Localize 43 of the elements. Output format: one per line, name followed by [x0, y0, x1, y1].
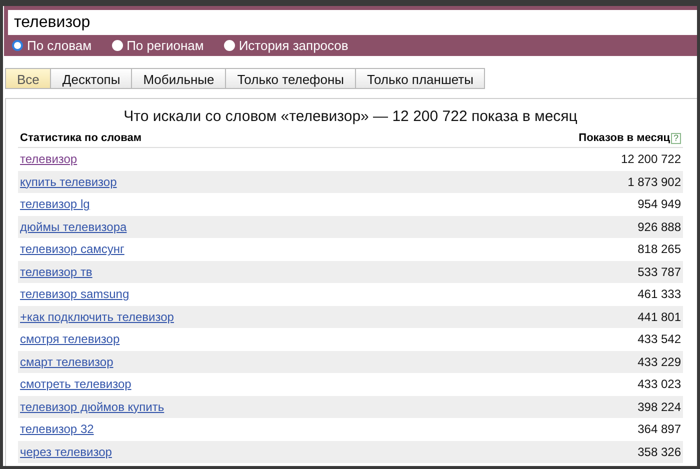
filter-tab[interactable]: Все [5, 68, 52, 89]
filter-tab[interactable]: Мобильные [132, 68, 226, 89]
filter-tab[interactable]: Только планшеты [356, 68, 486, 89]
radio-label[interactable]: По регионам [126, 38, 204, 53]
phrase-link[interactable]: купить телевизор [20, 174, 117, 189]
count-cell: 433 023 [638, 377, 681, 392]
column-header: Показов в месяц [578, 132, 670, 144]
count-cell: 954 949 [638, 197, 681, 212]
count-cell: 818 265 [638, 242, 681, 256]
count-cell: 433 542 [638, 332, 681, 346]
radio-option[interactable]: По словам [12, 38, 92, 53]
results-title: Что искали со словом «телевизор» — 12 200 722 показа в месяц [122, 107, 578, 127]
phrase-link[interactable]: смарт телевизор [20, 354, 114, 369]
phrase-link[interactable]: телевизор [20, 152, 78, 166]
search-field[interactable]: телевизор [8, 10, 697, 35]
phrase-link[interactable]: через телевизор [20, 444, 112, 459]
filter-tab[interactable]: Десктопы [51, 68, 132, 89]
count-cell: 1 873 902 [628, 174, 681, 189]
radio-option[interactable]: По регионам [112, 38, 204, 53]
count-cell: 358 326 [638, 444, 681, 459]
phrase-link[interactable]: +как подключить телевизор [20, 310, 174, 324]
count-cell: 926 888 [638, 220, 681, 234]
count-cell: 433 229 [638, 354, 681, 369]
radio-icon[interactable] [12, 40, 23, 51]
phrase-link[interactable]: телевизор дюймов купить [20, 400, 164, 414]
column-header: Статистика по словам [20, 132, 142, 144]
count-cell: 441 801 [638, 310, 681, 324]
filter-tab[interactable]: Только телефоны [226, 68, 356, 89]
radio-label[interactable]: По словам [27, 38, 92, 53]
count-cell: 12 200 722 [620, 152, 681, 166]
phrase-link[interactable]: телевизор самсунг [20, 242, 124, 256]
count-cell: 364 897 [638, 422, 681, 436]
count-cell: 461 333 [638, 287, 681, 302]
phrase-link[interactable]: телевизор 32 [20, 422, 94, 436]
phrase-link[interactable]: смотреть телевизор [20, 377, 132, 392]
phrase-link[interactable]: телевизор тв [20, 264, 92, 279]
phrase-link[interactable]: телевизор samsung [20, 287, 130, 302]
count-cell: 533 787 [638, 264, 681, 279]
phrase-link[interactable]: телевизор lg [20, 197, 90, 212]
phrase-link[interactable]: дюймы телевизора [20, 220, 127, 234]
phrase-link[interactable]: смотря телевизор [20, 332, 120, 346]
help-icon[interactable]: ? [671, 132, 681, 144]
count-cell: 398 224 [638, 400, 681, 414]
